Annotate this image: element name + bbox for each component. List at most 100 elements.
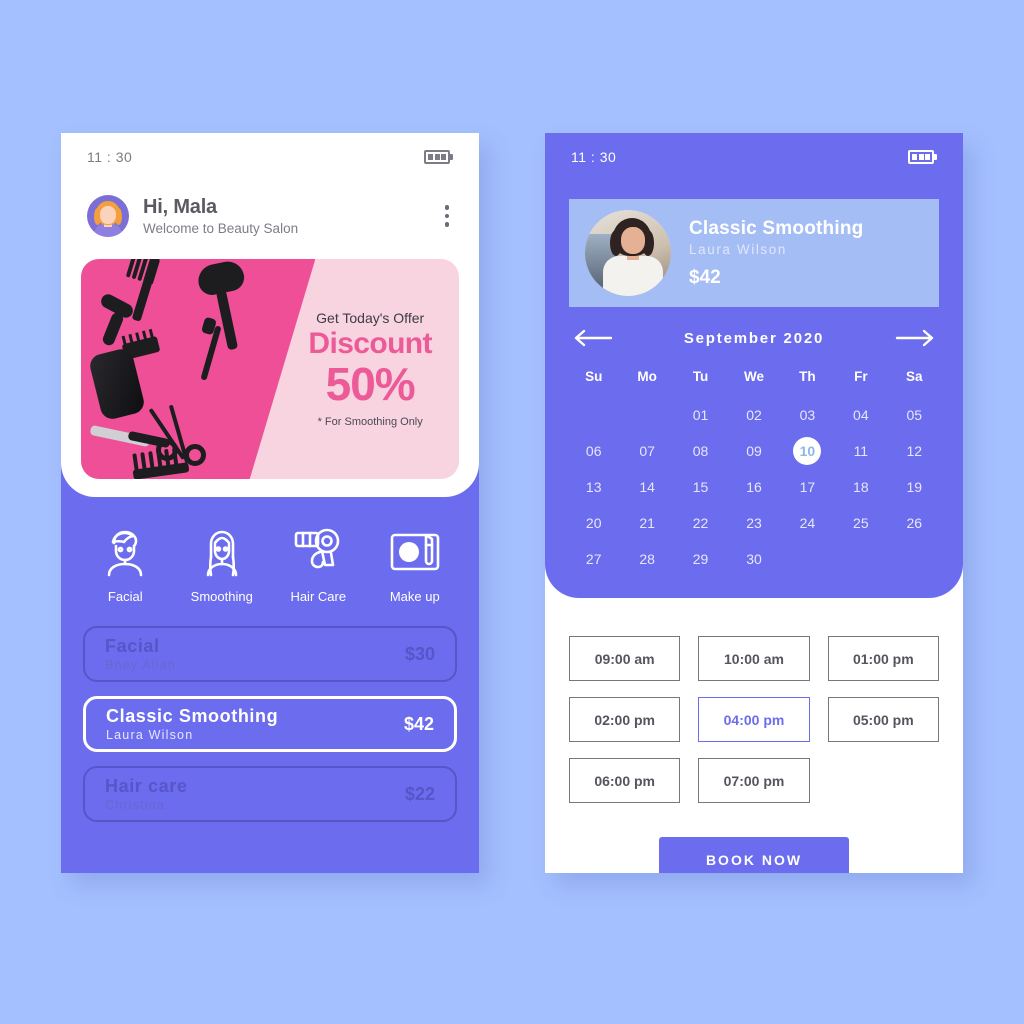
- service-price: $30: [404, 643, 435, 664]
- service-card-title: Classic Smoothing: [689, 217, 864, 239]
- time-slot[interactable]: 10:00 am: [698, 636, 810, 681]
- category-label: Make up: [389, 589, 440, 604]
- signal-bars-icon: [394, 150, 411, 164]
- banner-discount-value: 50%: [325, 357, 416, 410]
- service-stylist: Laura Wilson: [106, 728, 194, 742]
- calendar-day[interactable]: 07: [620, 436, 673, 466]
- category-item-smoothing[interactable]: Smoothing: [177, 527, 267, 604]
- service-row-hair-care[interactable]: Hair care Christina $22: [83, 766, 457, 822]
- time-slot[interactable]: 02:00 pm: [569, 697, 681, 742]
- calendar-day[interactable]: 24: [781, 508, 834, 538]
- calendar-grid: Su Mo Tu We Th Fr Sa 01 02 03 04 05 06 07 08 09 10 11 12 13…: [545, 351, 963, 574]
- calendar-day[interactable]: 15: [674, 472, 727, 502]
- calendar-day[interactable]: 25: [834, 508, 887, 538]
- service-row-facial[interactable]: Facial Bney Alian $30: [83, 626, 457, 682]
- category-item-makeup[interactable]: Make up: [370, 527, 460, 604]
- arrow-right-icon[interactable]: [895, 329, 935, 347]
- service-name: Classic Smoothing: [106, 706, 279, 726]
- home-white-sheet: 11 : 30 Hi, Mala Welcome to Beauty Salon: [61, 133, 479, 497]
- calendar-day-label: 07: [639, 443, 655, 459]
- greeting-header: Hi, Mala Welcome to Beauty Salon: [61, 181, 479, 259]
- kebab-menu-icon[interactable]: [441, 199, 454, 233]
- calendar-day[interactable]: 28: [620, 544, 673, 574]
- calendar-day-label: 16: [746, 479, 762, 495]
- time-slot[interactable]: 01:00 pm: [827, 636, 939, 681]
- calendar-weekday: Mo: [637, 369, 657, 384]
- calendar-day[interactable]: 18: [834, 472, 887, 502]
- calendar-day[interactable]: 20: [567, 508, 620, 538]
- calendar-day-label: 09: [746, 443, 762, 459]
- page-title: Hi, Mala: [143, 196, 217, 218]
- calendar-day[interactable]: 19: [888, 472, 941, 502]
- calendar-day[interactable]: 01: [674, 400, 727, 430]
- status-bar-right: 11 : 30: [545, 133, 963, 181]
- service-price: $42: [403, 713, 434, 734]
- service-name: Facial: [105, 636, 160, 656]
- calendar-day-label: 03: [799, 407, 816, 423]
- makeup-icon: [390, 533, 440, 571]
- calendar-day-label: 13: [585, 479, 602, 495]
- calendar-day-label: 19: [906, 479, 923, 495]
- user-avatar-icon: [87, 195, 129, 237]
- calendar-day-label: 11: [853, 443, 869, 459]
- calendar-day[interactable]: 21: [620, 508, 673, 538]
- battery-icon: [908, 150, 937, 164]
- time-slot[interactable]: 07:00 pm: [698, 758, 810, 803]
- calendar-day-selected[interactable]: 10: [781, 436, 834, 466]
- calendar-day[interactable]: 27: [567, 544, 620, 574]
- calendar-day[interactable]: 23: [727, 508, 780, 538]
- calendar-day[interactable]: 03: [781, 400, 834, 430]
- calendar-weekday: Su: [585, 369, 603, 384]
- promo-banner[interactable]: Get Today's Offer Discount 50% * For Smo…: [81, 259, 459, 479]
- time-slot-list: 09:00 am 10:00 am 01:00 pm 02:00 pm 04:00 pm…: [545, 598, 963, 803]
- calendar-day-label: 18: [853, 479, 869, 495]
- time-slot-selected[interactable]: 04:00 pm: [698, 697, 810, 742]
- calendar-day[interactable]: 13: [567, 472, 620, 502]
- calendar-day-label: 29: [692, 551, 709, 567]
- calendar-day-label: 02: [746, 407, 762, 423]
- calendar-day[interactable]: 11: [834, 436, 887, 466]
- service-stylist: Bney Alian: [105, 658, 177, 672]
- book-button-container: BOOK NOW: [545, 803, 963, 873]
- calendar-day[interactable]: 08: [674, 436, 727, 466]
- time-slot[interactable]: 05:00 pm: [827, 697, 939, 742]
- category-item-facial[interactable]: Facial: [80, 527, 170, 604]
- calendar-day-label: 24: [799, 515, 816, 531]
- arrow-left-icon[interactable]: [573, 329, 613, 347]
- calendar-day[interactable]: 04: [834, 400, 887, 430]
- calendar-day[interactable]: 22: [674, 508, 727, 538]
- calendar-day[interactable]: 05: [888, 400, 941, 430]
- book-now-button[interactable]: BOOK NOW: [659, 837, 849, 873]
- status-bar-clock: 11 : 30: [87, 149, 133, 165]
- calendar-day-label: 14: [639, 479, 655, 495]
- banner-offer-label: Get Today's Offer: [316, 310, 425, 327]
- calendar-day[interactable]: 02: [727, 400, 780, 430]
- calendar-day[interactable]: 29: [674, 544, 727, 574]
- calendar-day[interactable]: 12: [888, 436, 941, 466]
- category-label: Hair Care: [290, 589, 347, 604]
- calendar-day-label: 30: [746, 551, 762, 567]
- time-slot[interactable]: 09:00 am: [569, 636, 681, 681]
- calendar-day-label: 10: [793, 437, 822, 465]
- calendar-day[interactable]: 30: [727, 544, 780, 574]
- calendar-day[interactable]: 16: [727, 472, 780, 502]
- calendar-day-label: 28: [639, 551, 655, 567]
- calendar-day[interactable]: 06: [567, 436, 620, 466]
- calendar-day[interactable]: 09: [727, 436, 780, 466]
- time-slot[interactable]: 06:00 pm: [569, 758, 681, 803]
- calendar-day-label: 05: [906, 407, 923, 423]
- category-label: Smoothing: [190, 589, 253, 604]
- calendar-day[interactable]: 14: [620, 472, 673, 502]
- signal-bars-icon: [878, 150, 895, 164]
- calendar-day-label: 27: [585, 551, 602, 567]
- calendar-day-label: 04: [853, 407, 869, 423]
- booking-purple-sheet: 11 : 30 Classic Smoothing Laura Wilson $…: [545, 133, 963, 598]
- banner-tools-photo: [81, 259, 316, 479]
- selected-service-card: Classic Smoothing Laura Wilson $42: [569, 199, 939, 307]
- calendar-day[interactable]: 26: [888, 508, 941, 538]
- service-row-classic-smoothing[interactable]: Classic Smoothing Laura Wilson $42: [83, 696, 457, 752]
- status-bar-clock: 11 : 30: [571, 149, 617, 165]
- service-price: $22: [404, 783, 435, 804]
- category-item-hair-care[interactable]: Hair Care: [273, 527, 363, 604]
- calendar-day[interactable]: 17: [781, 472, 834, 502]
